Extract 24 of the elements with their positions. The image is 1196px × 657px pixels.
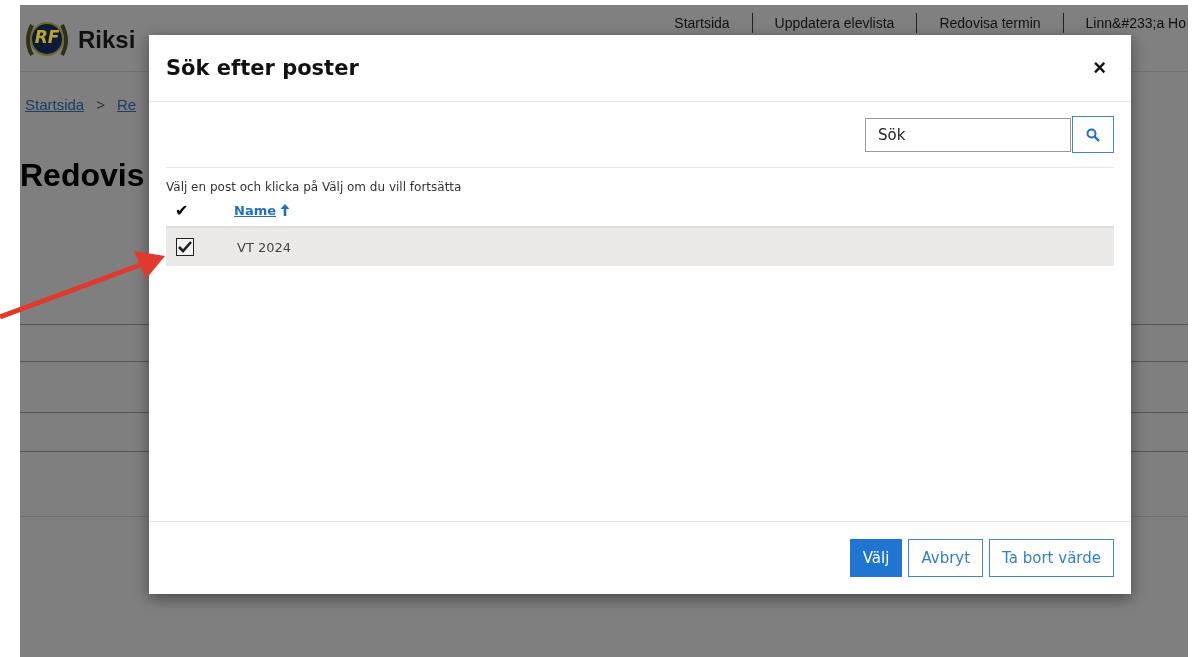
nav-link[interactable]: Redovisa termin [916,13,1063,33]
close-button[interactable]: × [1085,55,1114,81]
site-title[interactable]: Riksi [78,26,136,54]
column-header[interactable]: Name [234,202,290,218]
breadcrumb-link[interactable]: Re [116,96,137,113]
nav-link[interactable]: Startsida [652,13,752,33]
dialog-button[interactable]: Ta bort värde [989,539,1114,577]
dialog-title: Sök efter poster [166,56,359,80]
logo: RF [22,15,72,65]
dialog-button[interactable]: Välj [849,539,903,577]
search-icon [1086,127,1100,142]
select-column-header: ✔ [174,200,190,220]
nav-link[interactable]: Linn&#233;a Ho [1062,13,1196,33]
search-field[interactable]: Sök [865,117,1071,152]
table-row[interactable]: VT 2024 [166,226,1114,266]
page-heading: Redovis [20,157,145,194]
breadcrumb-separator: > [96,96,105,113]
row-checkbox[interactable] [176,238,194,256]
dialog-button[interactable]: Avbryt [908,539,984,577]
nav-link[interactable]: Uppdatera elevlista [751,13,917,33]
search-button[interactable] [1072,116,1114,153]
instruction-text: Välj en post och klicka på Välj om du vill fortsätta [166,180,463,194]
breadcrumb-link[interactable]: Startsida [25,96,85,113]
table-cell: VT 2024 [237,239,292,255]
